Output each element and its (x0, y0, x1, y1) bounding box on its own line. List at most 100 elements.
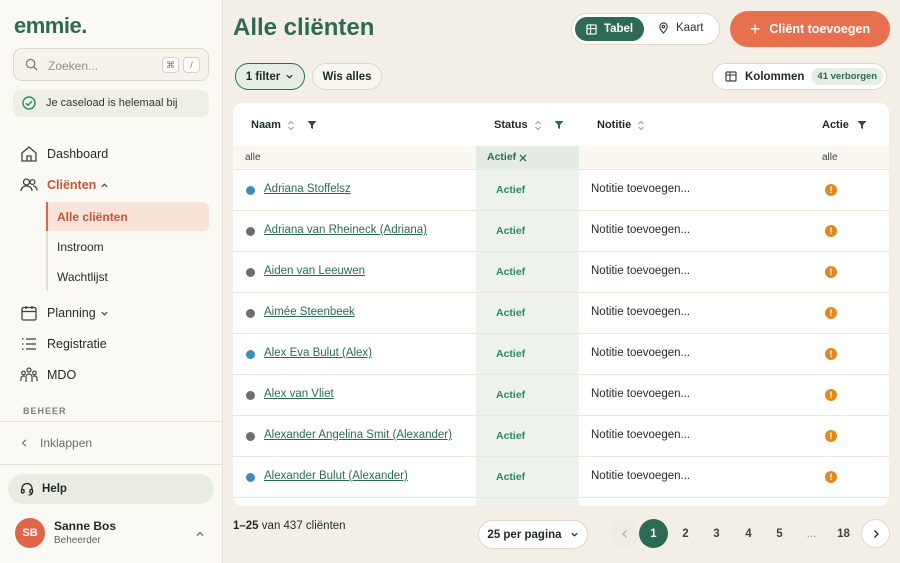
client-type-dot (246, 391, 255, 400)
nav-registration[interactable]: Registratie (20, 333, 107, 355)
table-row[interactable]: Alexander Angelina Smit (Alexander) Actie… (233, 416, 889, 457)
add-note-field[interactable]: Notitie toevoegen... (591, 224, 690, 236)
column-header-note[interactable]: Notitie (597, 119, 645, 131)
client-type-dot (246, 350, 255, 359)
filter-active-icon[interactable] (554, 120, 564, 130)
page-button[interactable]: 1 (639, 519, 668, 548)
nav-all-clients[interactable]: Alle cliënten (46, 202, 209, 231)
search-icon (25, 58, 38, 74)
client-name-link[interactable]: Alex Eva Bulut (Alex) (264, 347, 372, 359)
plus-icon: + (749, 19, 761, 39)
add-note-field[interactable]: Notitie toevoegen... (591, 265, 690, 277)
table-row[interactable]: Aiden van Leeuwen Actief Notitie toevoegen… (233, 252, 889, 293)
chevron-right-icon (873, 529, 879, 538)
add-note-field[interactable]: Notitie toevoegen... (591, 470, 690, 482)
page-button[interactable]: 5 (765, 519, 794, 548)
add-note-field[interactable]: Notitie toevoegen... (591, 183, 690, 195)
headset-icon (20, 482, 34, 499)
prev-page-button[interactable] (610, 519, 639, 548)
nav-dashboard-label: Dashboard (47, 147, 109, 161)
page-button[interactable]: 18 (829, 519, 858, 548)
chevron-up-icon (101, 182, 108, 187)
client-name-link[interactable]: Alexander Bulut (Alexander) (264, 470, 408, 482)
table-row[interactable]: Alex van Vliet Actief Notitie toevoegen...… (233, 375, 889, 416)
column-header-status[interactable]: Status (494, 119, 564, 131)
warning-icon[interactable]: ! (825, 266, 837, 278)
client-type-dot (246, 227, 255, 236)
view-toggle: Tabel Kaart (571, 13, 720, 45)
avatar[interactable]: SB (15, 518, 45, 548)
sort-icon[interactable] (287, 120, 295, 131)
warning-icon[interactable]: ! (825, 430, 837, 442)
result-range-value: 1–25 (233, 520, 259, 532)
page-button[interactable]: 2 (671, 519, 700, 548)
table-row[interactable]: Alexander Bulut (Alexander) Actief Notitie… (233, 457, 889, 498)
calendar-icon (21, 306, 37, 321)
nav-inflow[interactable]: Instroom (57, 240, 104, 254)
table-row[interactable]: Aimée Steenbeek Actief Notitie toevoegen..… (233, 293, 889, 334)
filter-button[interactable]: 1 filter (235, 63, 305, 90)
per-page-select[interactable]: 25 per pagina (478, 520, 588, 549)
filter-status-chip[interactable]: Actief (476, 146, 579, 170)
client-name-link[interactable]: Alex van Vliet (264, 388, 334, 400)
view-table-button[interactable]: Tabel (575, 17, 644, 41)
column-header-action[interactable]: Actie (822, 119, 867, 131)
column-status-label: Status (494, 119, 528, 131)
page-button[interactable]: 4 (734, 519, 763, 548)
close-icon[interactable] (519, 154, 527, 162)
sort-icon[interactable] (534, 120, 542, 131)
collapse-sidebar-button[interactable]: Inklappen (20, 436, 92, 450)
client-name-link[interactable]: Aiden van Leeuwen (264, 265, 365, 277)
warning-icon[interactable]: ! (825, 225, 837, 237)
add-note-field[interactable]: Notitie toevoegen... (591, 388, 690, 400)
next-page-button[interactable] (861, 519, 890, 548)
table-row[interactable]: Adriana Stoffelsz Actief Notitie toevoegen… (233, 170, 889, 211)
filter-icon[interactable] (307, 120, 317, 130)
view-map-button[interactable]: Kaart (658, 22, 704, 34)
filter-icon[interactable] (857, 120, 867, 130)
columns-button[interactable]: Kolommen 41 verborgen (712, 63, 887, 90)
add-client-button[interactable]: + Cliënt toevoegen (730, 11, 890, 47)
table-row[interactable]: Adriana van Rheineck (Adriana) Actief Noti… (233, 211, 889, 252)
nav-planning[interactable]: Planning (20, 302, 118, 324)
help-button[interactable]: Help (8, 474, 214, 504)
page-ellipsis: ... (806, 527, 817, 540)
per-page-label: 25 per pagina (487, 528, 562, 541)
table-row[interactable]: Alex Eva Bulut (Alex) Actief Notitie toevo… (233, 334, 889, 375)
warning-icon[interactable]: ! (825, 184, 837, 196)
columns-icon (725, 71, 737, 82)
client-name-link[interactable]: Adriana Stoffelsz (264, 183, 351, 195)
column-header-name[interactable]: Naam (251, 119, 317, 131)
column-note-label: Notitie (597, 119, 632, 131)
add-note-field[interactable]: Notitie toevoegen... (591, 429, 690, 441)
client-name-link[interactable]: Alexander Angelina Smit (Alexander) (264, 429, 452, 441)
warning-icon[interactable]: ! (825, 389, 837, 401)
add-note-field[interactable]: Notitie toevoegen... (591, 306, 690, 318)
home-icon (21, 146, 37, 162)
nav-clients[interactable]: Cliënten (20, 174, 118, 196)
client-name-link[interactable]: Adriana van Rheineck (Adriana) (264, 224, 427, 236)
section-beheer: BEHEER (23, 406, 67, 416)
nav-dashboard[interactable]: Dashboard (20, 143, 108, 165)
clear-filters-button[interactable]: Wis alles (312, 63, 382, 90)
filter-action-value[interactable]: alle (822, 152, 838, 163)
warning-icon[interactable]: ! (825, 471, 837, 483)
search-input[interactable]: Zoeken... ⌘ / (13, 48, 209, 81)
caseload-status: Je caseload is helemaal bij (13, 90, 209, 117)
filter-name-value[interactable]: alle (245, 152, 261, 163)
app-logo[interactable]: emmie. (14, 13, 87, 39)
nav-mdo[interactable]: MDO (20, 364, 76, 386)
warning-icon[interactable]: ! (825, 307, 837, 319)
columns-label: Kolommen (745, 70, 805, 83)
sort-icon[interactable] (637, 120, 645, 131)
add-note-field[interactable]: Notitie toevoegen... (591, 347, 690, 359)
page-button[interactable]: 3 (702, 519, 731, 548)
chevron-up-icon[interactable] (195, 529, 205, 539)
nav-waitlist[interactable]: Wachtlijst (57, 270, 108, 284)
shortcut-key-slash: / (183, 57, 200, 73)
chevron-left-icon (621, 529, 627, 538)
client-name-link[interactable]: Aimée Steenbeek (264, 306, 355, 318)
nav-all-clients-label: Alle cliënten (57, 210, 128, 224)
warning-icon[interactable]: ! (825, 348, 837, 360)
pagination: 1 2 3 4 5... 18 (608, 519, 890, 549)
